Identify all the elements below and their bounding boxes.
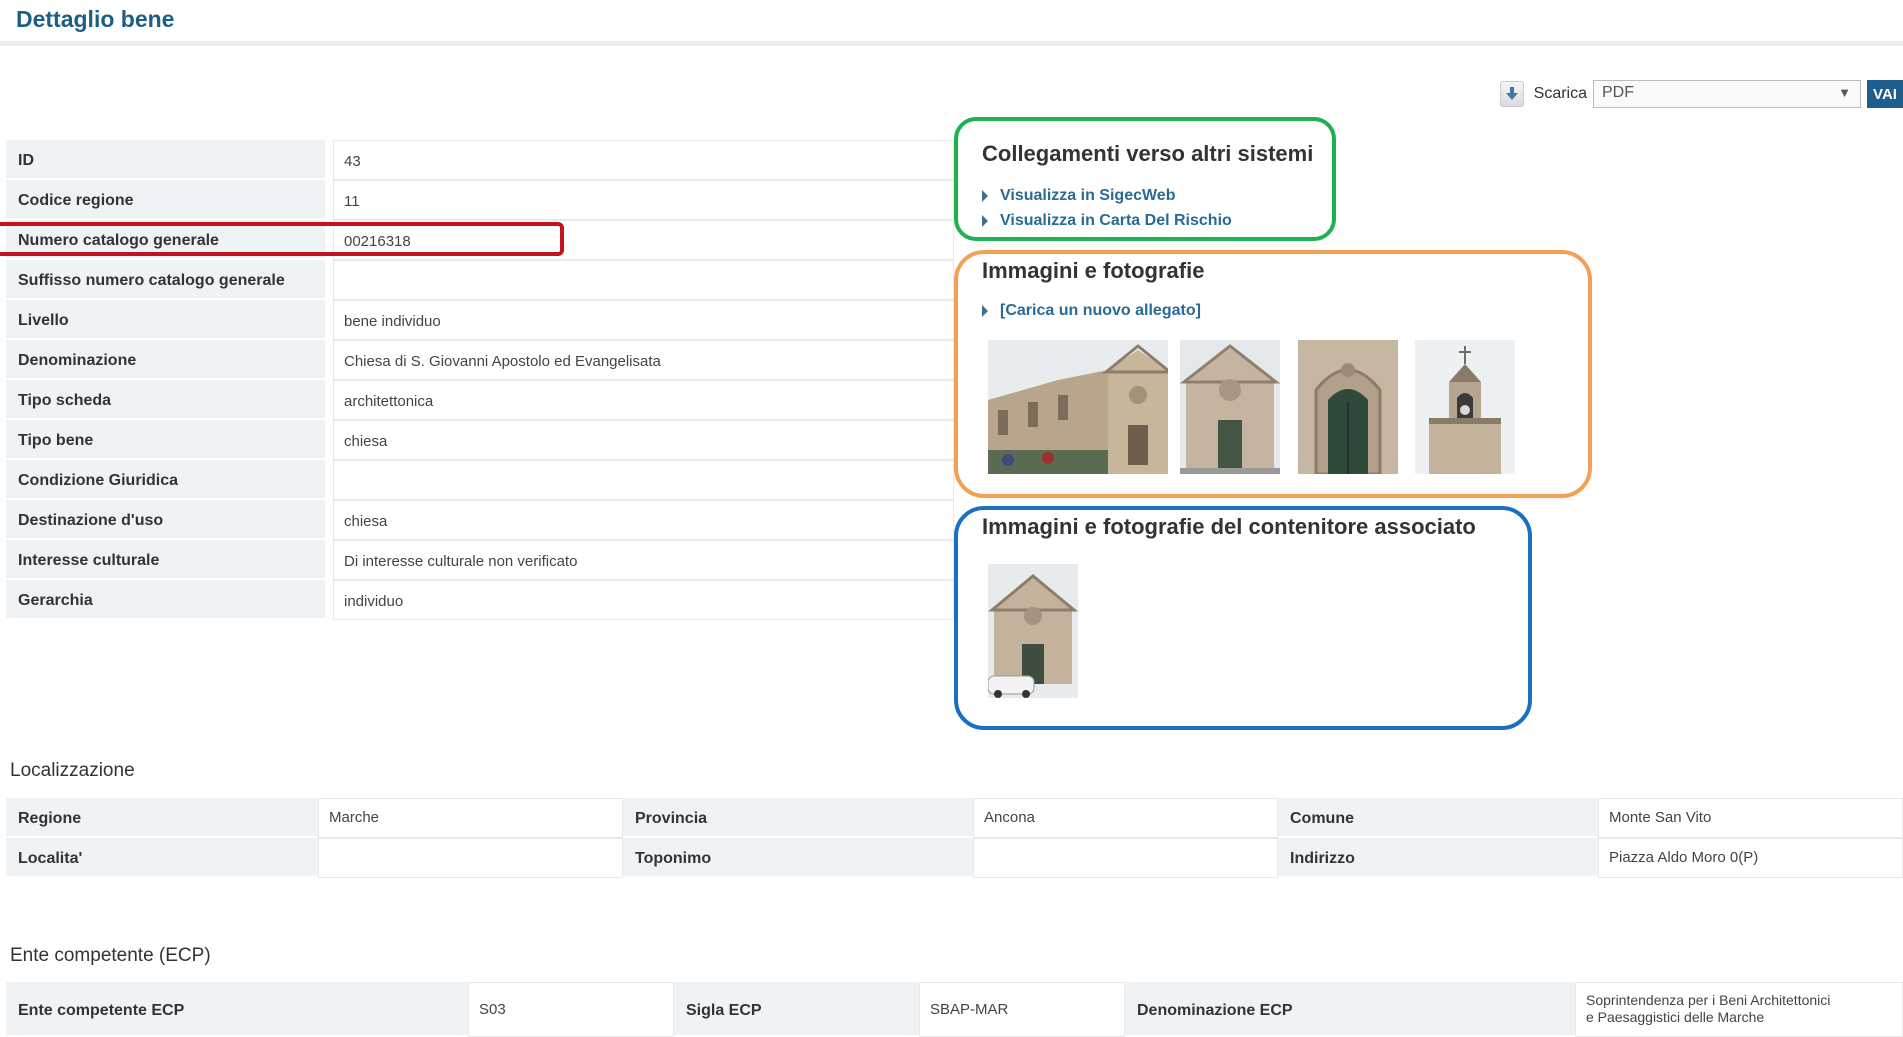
download-icon[interactable] (1499, 81, 1524, 107)
detail-row: Codice regione 11 (6, 180, 954, 220)
detail-row: Suffisso numero catalogo generale (6, 260, 954, 300)
ecp-label: Sigla ECP (674, 982, 919, 1037)
detail-label: Interesse culturale (6, 540, 325, 580)
loc-value (318, 838, 623, 878)
detail-table: ID 43 Codice regione 11 Numero catalogo … (6, 140, 954, 620)
detail-row: Gerarchia individuo (6, 580, 954, 620)
ecp-table: Ente competente ECP S03 Sigla ECP SBAP-M… (6, 982, 1903, 1037)
loc-label: Comune (1278, 798, 1598, 838)
detail-row: ID 43 (6, 140, 954, 180)
loc-label: Indirizzo (1278, 838, 1598, 878)
detail-value (333, 460, 954, 500)
container-photo-thumbnail[interactable] (988, 564, 1078, 698)
arrow-right-icon (982, 215, 988, 227)
link-carta-rischio-label: Visualizza in Carta Del Rischio (1000, 212, 1232, 229)
detail-label: Livello (6, 300, 325, 340)
ecp-value-line: e Paesaggistici delle Marche (1586, 1009, 1765, 1025)
images-panel: Immagini e fotografie [Carica un nuovo a… (954, 250, 1592, 498)
localizzazione-title: Localizzazione (10, 760, 135, 781)
loc-value (973, 838, 1278, 878)
highlight-catalog-number (0, 222, 564, 256)
images-panel-title: Immagini e fotografie (982, 258, 1205, 283)
container-images-title: Immagini e fotografie del contenitore as… (982, 514, 1476, 539)
detail-value: chiesa (333, 420, 954, 460)
ecp-value-multiline: Soprintendenza per i Beni Architettonici… (1575, 982, 1903, 1037)
upload-attachment-label: [Carica un nuovo allegato] (1000, 302, 1201, 319)
link-carta-rischio[interactable]: Visualizza in Carta Del Rischio (982, 212, 1232, 230)
loc-row: Localita' Toponimo Indirizzo Piazza Aldo… (6, 838, 1903, 878)
link-sigecweb[interactable]: Visualizza in SigecWeb (982, 187, 1175, 205)
download-format-select[interactable]: PDF ▼ (1593, 80, 1861, 108)
detail-row: Livello bene individuo (6, 300, 954, 340)
church-photo-thumbnail[interactable] (1298, 340, 1398, 474)
upload-attachment-link[interactable]: [Carica un nuovo allegato] (982, 302, 1201, 320)
detail-label: Destinazione d'uso (6, 500, 325, 540)
detail-row: Denominazione Chiesa di S. Giovanni Apos… (6, 340, 954, 380)
loc-label: Localita' (6, 838, 318, 878)
links-panel: Collegamenti verso altri sistemi Visuali… (954, 117, 1336, 241)
detail-label: Condizione Giuridica (6, 460, 325, 500)
detail-value: 43 (333, 140, 954, 180)
download-label: Scarica (1533, 85, 1587, 102)
loc-value: Ancona (973, 798, 1278, 838)
page-header: Dettaglio bene (0, 0, 1903, 46)
detail-value: 11 (333, 180, 954, 220)
detail-label: Suffisso numero catalogo generale (6, 260, 325, 300)
detail-row: Tipo bene chiesa (6, 420, 954, 460)
loc-label: Provincia (623, 798, 973, 838)
loc-row: Regione Marche Provincia Ancona Comune M… (6, 798, 1903, 838)
detail-label: Tipo scheda (6, 380, 325, 420)
ecp-title: Ente competente (ECP) (10, 945, 211, 966)
detail-row: Condizione Giuridica (6, 460, 954, 500)
detail-value: chiesa (333, 500, 954, 540)
detail-value (333, 260, 954, 300)
detail-row: Destinazione d'uso chiesa (6, 500, 954, 540)
links-panel-title: Collegamenti verso altri sistemi (982, 141, 1314, 166)
loc-value: Monte San Vito (1598, 798, 1903, 838)
loc-value: Piazza Aldo Moro 0(P) (1598, 838, 1903, 878)
download-go-button[interactable]: VAI (1867, 80, 1903, 108)
detail-label: ID (6, 140, 325, 180)
church-photo-thumbnail[interactable] (1180, 340, 1280, 474)
detail-label: Gerarchia (6, 580, 325, 620)
download-bar: Scarica PDF ▼ VAI (1499, 80, 1903, 108)
detail-value: architettonica (333, 380, 954, 420)
church-photo-thumbnail[interactable] (1415, 340, 1515, 474)
church-photo-thumbnail[interactable] (988, 340, 1168, 474)
detail-value: Di interesse culturale non verificato (333, 540, 954, 580)
ecp-label: Ente competente ECP (6, 982, 468, 1037)
loc-label: Regione (6, 798, 318, 838)
detail-value: Chiesa di S. Giovanni Apostolo ed Evange… (333, 340, 954, 380)
loc-label: Toponimo (623, 838, 973, 878)
detail-row: Tipo scheda architettonica (6, 380, 954, 420)
download-format-value: PDF (1602, 84, 1634, 101)
page-title: Dettaglio bene (16, 6, 175, 32)
ecp-value: SBAP-MAR (919, 982, 1125, 1037)
detail-value: bene individuo (333, 300, 954, 340)
link-sigecweb-label: Visualizza in SigecWeb (1000, 187, 1176, 204)
arrow-right-icon (982, 305, 988, 317)
loc-value: Marche (318, 798, 623, 838)
ecp-label: Denominazione ECP (1125, 982, 1575, 1037)
detail-label: Denominazione (6, 340, 325, 380)
detail-label: Codice regione (6, 180, 325, 220)
container-images-panel: Immagini e fotografie del contenitore as… (954, 506, 1532, 730)
detail-value: individuo (333, 580, 954, 620)
detail-label: Tipo bene (6, 420, 325, 460)
detail-row: Interesse culturale Di interesse cultura… (6, 540, 954, 580)
dropdown-arrow-icon: ▼ (1838, 85, 1851, 100)
arrow-right-icon (982, 190, 988, 202)
ecp-value: S03 (468, 982, 674, 1037)
localizzazione-table: Regione Marche Provincia Ancona Comune M… (6, 798, 1903, 878)
ecp-value-line: Soprintendenza per i Beni Architettonici (1586, 992, 1831, 1008)
